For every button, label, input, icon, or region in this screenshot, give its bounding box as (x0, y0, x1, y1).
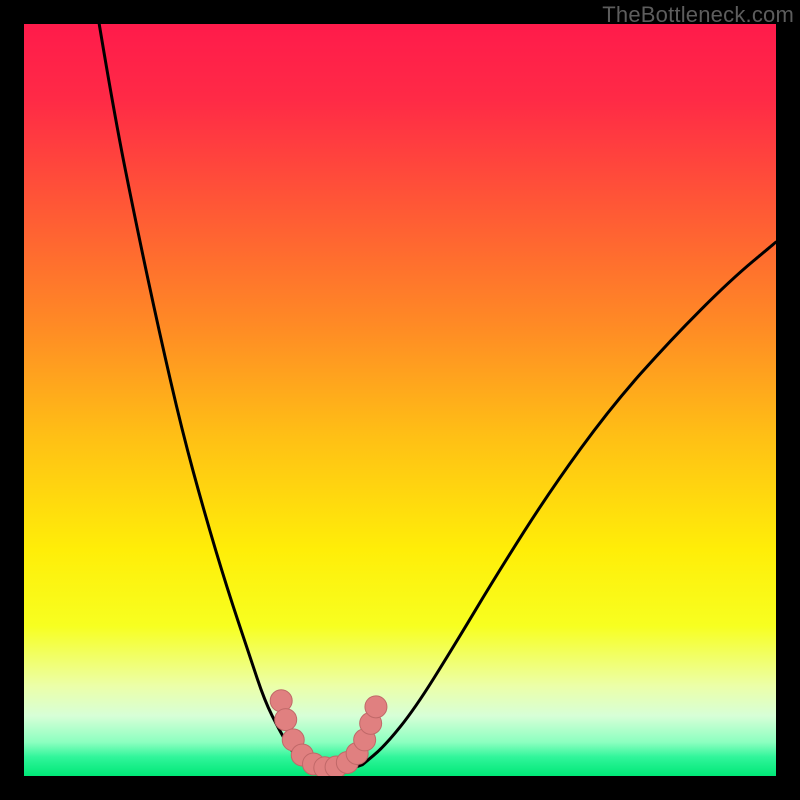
watermark-text: TheBottleneck.com (602, 2, 794, 28)
marker-dot (365, 696, 387, 718)
plot-area (24, 24, 776, 776)
bottleneck-chart (24, 24, 776, 776)
marker-dot (275, 709, 297, 731)
marker-dot (270, 690, 292, 712)
gradient-background (24, 24, 776, 776)
outer-frame: TheBottleneck.com (0, 0, 800, 800)
